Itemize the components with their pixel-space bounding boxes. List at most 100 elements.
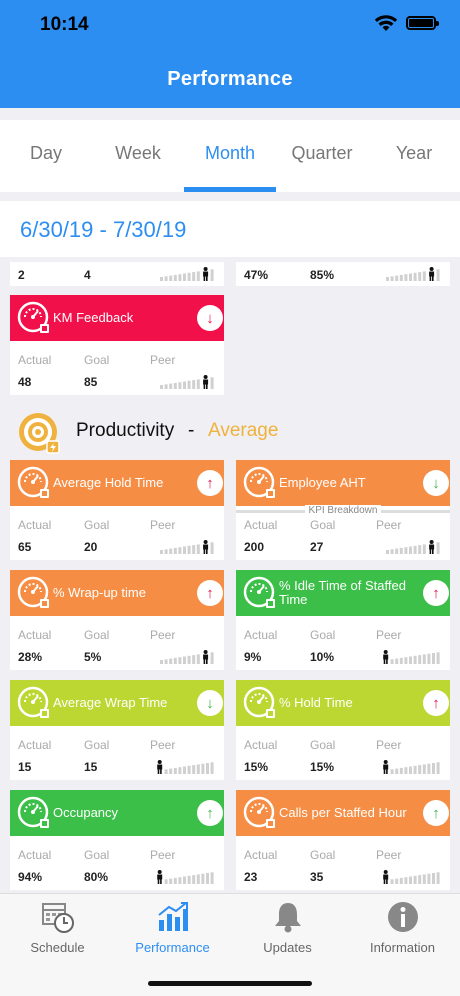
- peer-bar: [386, 267, 440, 281]
- goal-value: 35: [310, 870, 324, 884]
- nav-information[interactable]: Information: [345, 900, 460, 955]
- trend-arrow-icon: ↑: [423, 580, 449, 606]
- peer-tick: [418, 272, 422, 281]
- tab-month[interactable]: Month: [184, 120, 276, 192]
- peer-tick: [192, 545, 196, 554]
- goal-label: Goal: [84, 738, 110, 752]
- gauge-icon: [17, 796, 49, 828]
- goal-value: 15%: [310, 760, 335, 774]
- peer-tick: [395, 548, 399, 554]
- peer-tick: [422, 874, 426, 884]
- goal-value: 85%: [310, 268, 335, 282]
- metric-card[interactable]: Average Wrap Time ↓ Actual Goal Peer 15 15: [10, 680, 224, 780]
- actual-label: Actual: [18, 628, 52, 642]
- peer-tick: [404, 767, 408, 774]
- peer-tick: [390, 276, 394, 281]
- peer-tick: [404, 547, 408, 554]
- target-icon: [19, 413, 60, 454]
- status-time: 10:14: [40, 14, 89, 35]
- peer-bar: [160, 540, 214, 554]
- peer-tick: [169, 548, 173, 554]
- peer-label: Peer: [150, 353, 176, 367]
- peer-tick: [399, 547, 403, 554]
- person-icon: [203, 267, 209, 281]
- actual-label: Actual: [18, 848, 52, 862]
- wifi-icon: [374, 15, 398, 31]
- card-title: Employee AHT: [279, 475, 366, 490]
- metric-card[interactable]: % Hold Time ↑ Actual Goal Peer 15% 15%: [236, 680, 450, 780]
- tab-year[interactable]: Year: [368, 120, 460, 192]
- peer-tick: [395, 768, 399, 774]
- peer-tick: [409, 876, 412, 884]
- nav-schedule[interactable]: Schedule: [0, 900, 115, 955]
- peer-tick: [404, 274, 408, 281]
- peer-tick: [187, 545, 191, 554]
- person-icon: [429, 540, 435, 554]
- trend-arrow-icon: ↑: [423, 800, 449, 826]
- peer-tick: [178, 382, 182, 389]
- person-icon: [383, 760, 389, 774]
- peer-tick: [210, 269, 214, 281]
- period-tabs: Day Week Month Quarter Year: [0, 120, 460, 192]
- peer-tick: [201, 763, 205, 774]
- peer-tick: [395, 658, 399, 664]
- metric-card[interactable]: Occupancy ↑ Actual Goal Peer 94% 80%: [10, 790, 224, 890]
- tab-day[interactable]: Day: [0, 120, 92, 192]
- actual-value: 47%: [244, 268, 269, 282]
- metric-card[interactable]: Calls per Staffed Hour ↑ Actual Goal Peer 23 3…: [236, 790, 450, 890]
- peer-tick: [413, 875, 417, 884]
- card-header: % Wrap-up time ↑: [10, 570, 224, 616]
- card-header: Calls per Staffed Hour ↑: [236, 790, 450, 836]
- actual-value: 15%: [244, 760, 269, 774]
- peer-bar: [157, 760, 214, 774]
- peer-tick: [187, 875, 191, 884]
- card-header: Average Hold Time ↑: [10, 460, 224, 506]
- metric-card-km-feedback[interactable]: KM Feedback ↓ Actual Goal Peer 48 85: [10, 295, 224, 395]
- peer-label: Peer: [376, 628, 402, 642]
- metric-card[interactable]: % Wrap-up time ↑ Actual Goal Peer 28% 5%: [10, 570, 224, 670]
- peer-tick: [432, 763, 435, 774]
- peer-bar: [383, 650, 440, 664]
- metric-card[interactable]: % Idle Time of Staffed Time ↑ Actual Goal Pe…: [236, 570, 450, 670]
- card-title: Occupancy: [53, 805, 119, 820]
- field-labels: Actual Goal Peer: [18, 353, 218, 367]
- peer-tick: [164, 276, 168, 281]
- peer-tick: [192, 875, 196, 884]
- peer-tick: [187, 380, 191, 389]
- card-title: % Hold Time: [279, 695, 353, 710]
- metric-card[interactable]: Average Hold Time ↑ Actual Goal Peer 65 20: [10, 460, 224, 560]
- gauge-icon: [17, 301, 49, 333]
- peer-tick: [399, 767, 403, 774]
- date-range-label: 6/30/19 - 7/30/19: [20, 217, 187, 242]
- peer-tick: [399, 274, 403, 281]
- field-labels: Actual Goal Peer: [244, 518, 444, 532]
- peer-tick: [422, 544, 426, 554]
- nav-updates[interactable]: Updates: [230, 900, 345, 955]
- peer-tick: [192, 765, 196, 774]
- bell-icon: [274, 903, 301, 933]
- goal-value: 27: [310, 540, 324, 554]
- peer-tick: [206, 763, 209, 774]
- tab-week[interactable]: Week: [92, 120, 184, 192]
- tab-quarter[interactable]: Quarter: [276, 120, 368, 192]
- nav-performance[interactable]: Performance: [115, 900, 230, 955]
- battery-icon: [406, 16, 439, 30]
- peer-tick: [409, 546, 412, 554]
- section-header: Productivity - Average: [0, 408, 460, 454]
- peer-tick: [183, 273, 186, 281]
- peer-bar: [160, 375, 214, 389]
- peer-tick: [422, 654, 426, 664]
- peer-tick: [418, 545, 422, 554]
- person-icon: [203, 650, 209, 664]
- peer-bar: [383, 870, 440, 884]
- nav-label: Updates: [263, 940, 312, 955]
- peer-tick: [409, 766, 412, 774]
- person-icon: [203, 375, 209, 389]
- peer-tick: [210, 377, 214, 389]
- peer-label: Peer: [150, 848, 176, 862]
- goal-label: Goal: [84, 353, 110, 367]
- person-icon: [429, 267, 435, 281]
- peer-tick: [390, 659, 394, 664]
- peer-tick: [187, 272, 191, 281]
- goal-value: 20: [84, 540, 98, 554]
